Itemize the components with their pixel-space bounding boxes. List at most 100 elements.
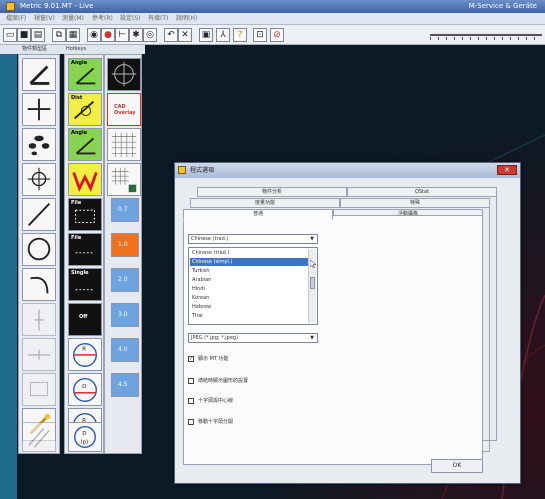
hotkey-off[interactable]: Off <box>68 303 102 336</box>
target-icon[interactable] <box>107 58 141 91</box>
application-window: Metric 9.01.MT - Live M-Service & Geräte… <box>0 0 545 499</box>
menu-file[interactable]: 檔案(F) <box>6 13 26 25</box>
angle-tool-icon[interactable] <box>22 58 56 91</box>
report-icon[interactable]: ▣ <box>199 28 213 42</box>
zoom-4-0-button[interactable]: 4.0 <box>111 338 139 362</box>
hotkey-file-2[interactable]: File <box>68 233 102 266</box>
chart-icon[interactable]: ⅄ <box>216 28 230 42</box>
language-option[interactable]: Turkish <box>190 267 308 275</box>
dialog-close-button[interactable]: ✕ <box>497 165 517 175</box>
circle-tool-icon[interactable] <box>22 233 56 266</box>
save-icon[interactable]: ■ <box>17 28 31 42</box>
menu-help[interactable]: 說明(H) <box>176 13 197 25</box>
zoom-2-0-button[interactable]: 2.0 <box>111 268 139 292</box>
language-select-value: Chinese (trad.) <box>191 236 229 242</box>
points-tool-icon[interactable] <box>22 128 56 161</box>
language-option[interactable]: Hindi <box>190 285 308 293</box>
hotkey-diameter-1[interactable]: R <box>68 338 102 371</box>
title-bar: Metric 9.01.MT - Live M-Service & Geräte <box>0 0 545 13</box>
tab-object-analysis[interactable]: 物件分析 <box>197 187 347 197</box>
window-title: Metric 9.01.MT - Live <box>20 2 94 10</box>
menu-reference[interactable]: 參考(R) <box>92 13 113 25</box>
marker-icon[interactable]: ✱ <box>129 28 143 42</box>
grid-overlay-icon[interactable] <box>107 128 141 161</box>
svg-text:R: R <box>82 346 86 352</box>
menu-bar: 檔案(F) 視窗(V) 測量(M) 參考(R) 設定(S) 有幾(T) 說明(H… <box>0 13 545 25</box>
delete-icon[interactable]: ✕ <box>178 28 192 42</box>
zoom-3-0-label: 3.0 <box>118 311 128 318</box>
desktop-strip <box>0 45 17 499</box>
cad-overlay-button[interactable]: CAD Overlay <box>107 93 141 126</box>
spline-tool-icon[interactable] <box>22 303 56 336</box>
measure-icon[interactable]: ⊢ <box>115 28 129 42</box>
distance-tool-icon[interactable] <box>22 338 56 371</box>
language-option-selected[interactable]: Chinese (simpl.) <box>190 258 308 266</box>
title-right-text: M-Service & Geräte <box>468 2 537 10</box>
paste-icon[interactable]: ▦ <box>66 28 80 42</box>
app-icon <box>6 2 15 11</box>
language-option[interactable]: Korean <box>190 294 308 302</box>
menu-tools[interactable]: 有幾(T) <box>148 13 168 25</box>
language-scroll-thumb[interactable] <box>310 277 315 289</box>
svg-text:D: D <box>82 431 86 437</box>
ok-button[interactable]: OK <box>431 459 483 473</box>
zoom-0-7-button[interactable]: 0.7 <box>111 198 139 222</box>
record-icon[interactable]: ● <box>101 28 115 42</box>
language-option[interactable]: Thai <box>190 312 308 320</box>
help-icon[interactable]: ? <box>233 28 247 42</box>
zoom-slider[interactable] <box>430 34 542 36</box>
zoom-panel: CAD Overlay 0.7 1.0 2.0 3.0 4.0 4.5 <box>104 54 142 454</box>
hotkey-diameter-p[interactable]: D (p) <box>68 422 102 452</box>
hotkey-angle-2[interactable]: Angle <box>68 128 102 161</box>
menu-measure[interactable]: 測量(M) <box>62 13 84 25</box>
arc-tool-icon[interactable] <box>22 268 56 301</box>
grid-save-icon[interactable] <box>107 163 141 196</box>
hotkey-angle[interactable]: Angle <box>68 58 102 91</box>
language-dropdown-list[interactable]: Chinese (trad.) Chinese (simpl.) Turkish… <box>188 247 318 325</box>
center-point-tool-icon[interactable] <box>22 163 56 196</box>
line-tool-icon[interactable] <box>22 198 56 231</box>
panel-labels: 物件類型區 Hotkeys <box>0 45 145 54</box>
eye-icon[interactable]: ◎ <box>143 28 157 42</box>
svg-text:D: D <box>82 384 86 390</box>
checkbox-box[interactable]: ✓ <box>188 356 194 362</box>
checkbox-label: 顯示 MT 功能 <box>198 356 229 362</box>
checkbox-box[interactable] <box>188 378 194 384</box>
zoom-3-0-button[interactable]: 3.0 <box>111 303 139 327</box>
toolbar: ▭ ■ ▤ ⧉ ▦ ◉ ● ⊢ ✱ ◎ ↶ ✕ ▣ ⅄ ? ⊡ ⊘ <box>0 25 545 45</box>
language-select[interactable]: Chinese (trad.) ▼ <box>188 234 318 244</box>
hotkey-single[interactable]: Single <box>68 268 102 301</box>
camera-icon[interactable]: ◉ <box>87 28 101 42</box>
menu-view[interactable]: 視窗(V) <box>34 13 55 25</box>
zoom-4-5-button[interactable]: 4.5 <box>111 373 139 397</box>
copy-icon[interactable]: ⧉ <box>52 28 66 42</box>
print-icon[interactable]: ▤ <box>31 28 45 42</box>
image-format-select[interactable]: JPEG (*.jpg; *.jpeg) ▼ <box>188 333 318 343</box>
zoom-fit-icon[interactable]: ⊡ <box>253 28 267 42</box>
hotkey-diameter-2[interactable]: D <box>68 373 102 406</box>
hotkey-file-1[interactable]: File <box>68 198 102 231</box>
stop-icon[interactable]: ⊘ <box>270 28 284 42</box>
open-icon[interactable]: ▭ <box>3 28 17 42</box>
checkbox-box[interactable] <box>188 398 194 404</box>
language-option[interactable]: Arabian <box>190 276 308 284</box>
crosshair-tool-icon[interactable] <box>22 93 56 126</box>
hotkey-angle-label: Angle <box>71 60 88 66</box>
hotkey-dist[interactable]: Dist <box>68 93 102 126</box>
tab-qstat[interactable]: QStat <box>347 187 497 197</box>
zoom-1-0-button[interactable]: 1.0 <box>111 233 139 257</box>
checkbox-box[interactable] <box>188 419 194 425</box>
parallel-tool-icon[interactable] <box>22 422 56 452</box>
language-option[interactable]: Chinese (trad.) <box>190 249 308 257</box>
hotkey-w-shape[interactable] <box>68 163 102 196</box>
zoom-1-0-label: 1.0 <box>118 241 128 248</box>
language-option[interactable]: Hebrew <box>190 303 308 311</box>
program-options-dialog: 程式選項 ✕ 物件分析 QStat 度量功能 特殊 普通 活動攝像 Chines… <box>174 162 521 484</box>
rectangle-tool-icon[interactable] <box>22 373 56 406</box>
hotkey-single-label: Single <box>71 270 89 276</box>
zoom-0-7-label: 0.7 <box>118 206 128 213</box>
menu-settings[interactable]: 設定(S) <box>120 13 141 25</box>
tab-general[interactable]: 普通 <box>183 209 333 220</box>
undo-icon[interactable]: ↶ <box>164 28 178 42</box>
dialog-title: 程式選項 <box>190 167 215 174</box>
